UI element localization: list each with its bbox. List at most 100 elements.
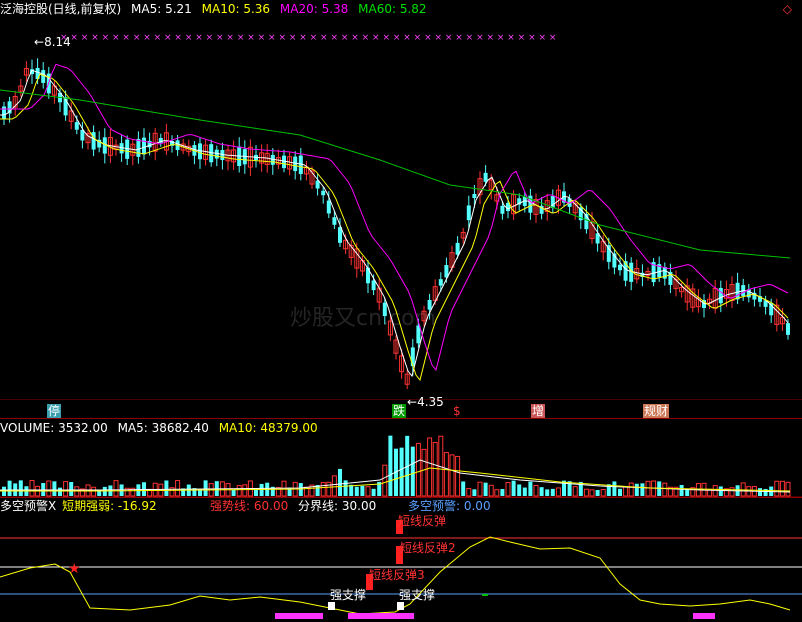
warning-bar [275, 613, 323, 619]
volume-bar [46, 480, 52, 497]
volume-bar [203, 480, 208, 496]
candle-body [618, 264, 622, 271]
volume-bar [449, 454, 455, 497]
marker-stop[interactable]: 停 [47, 404, 62, 418]
volume-bar [618, 488, 622, 496]
volume-bar [488, 484, 494, 497]
volume-bar [494, 489, 500, 497]
volume-chart[interactable] [0, 418, 802, 498]
signal-rebound-3: 短线反弹3 [369, 568, 425, 582]
ma5-line [0, 69, 789, 378]
volume-bar [399, 447, 404, 496]
volume-bar [500, 489, 505, 496]
volume-bar [236, 485, 242, 497]
signal-bar-support-1 [328, 602, 335, 610]
volume-bar [555, 487, 561, 497]
volume-bar [679, 484, 684, 496]
volume-bar [326, 481, 332, 497]
candle-body [500, 205, 505, 214]
indicator-header-3: 多空预警: 0.00 [408, 499, 497, 513]
volume-bar [231, 489, 236, 496]
candle-body [91, 132, 96, 150]
volume-bar [533, 485, 539, 497]
volume-bar [432, 441, 438, 497]
volume-bar [729, 487, 735, 497]
volume-bar [354, 486, 359, 496]
marker-dollar[interactable]: $ [452, 404, 462, 418]
signal-bar-support-2 [397, 602, 404, 610]
volume-bar [427, 437, 433, 497]
volume-bar [779, 480, 785, 497]
ma10-line [0, 73, 789, 382]
volume-bar [242, 484, 248, 497]
short-strength-value: 短期强弱: -16.92 [62, 499, 157, 513]
candle-body [606, 245, 611, 262]
indicator-chart[interactable]: ★ [0, 512, 802, 622]
marker-increase[interactable]: 增 [531, 404, 546, 418]
candle-body [410, 347, 415, 367]
price-chart[interactable] [0, 0, 802, 400]
ma60-line [0, 89, 791, 259]
volume-bar [410, 446, 415, 496]
volume-bar [443, 452, 449, 497]
volume-bar [382, 464, 388, 497]
volume-bar [461, 481, 466, 496]
volume-bar [600, 489, 606, 497]
volume-bar [18, 480, 23, 496]
warning-bar [693, 613, 715, 619]
volume-bar [63, 481, 69, 497]
candle-body [382, 302, 387, 317]
low-price-label: ←4.35 [407, 395, 444, 409]
indicator-header-2: 强势线: 60.00 分界线: 30.00 [210, 499, 382, 513]
volume-bar [331, 475, 337, 497]
marker-fall[interactable]: 跌 [392, 404, 407, 418]
candle-body [466, 205, 471, 221]
volume-bar [343, 480, 348, 496]
volume-bar [338, 468, 342, 496]
volume-bar [774, 480, 780, 497]
volume-bar [421, 448, 427, 497]
volume-bar [634, 483, 639, 496]
volume-bar [69, 481, 74, 496]
candle-body [142, 137, 146, 155]
candle-body [326, 200, 331, 214]
volume-bar [539, 487, 544, 496]
volume-bar [371, 488, 376, 496]
marker-finance[interactable]: 规财 [643, 404, 670, 418]
strong-line-value: 强势线: 60.00 [210, 499, 289, 513]
volume-bar [595, 489, 600, 496]
volume-bar [58, 487, 62, 496]
volume-bar [388, 435, 393, 496]
volume-bar [517, 484, 522, 496]
volume-bar [483, 482, 488, 496]
candle-body [438, 279, 443, 286]
volume-bar [583, 488, 589, 497]
volume-bar [740, 482, 746, 497]
volume-bar [785, 481, 791, 497]
volume-bar [360, 485, 365, 496]
volume-bar [91, 486, 97, 497]
volume-bar [113, 480, 119, 497]
ma20-line [0, 63, 789, 372]
candle-body [136, 138, 141, 157]
volume-bar [298, 483, 303, 496]
indicator-name[interactable]: 多空预警X [0, 499, 56, 513]
candle-body [735, 282, 740, 300]
volume-bar [505, 482, 511, 497]
volume-bar [472, 489, 477, 496]
volume-bar [589, 489, 595, 497]
candle-body [427, 299, 432, 310]
star-icon: ★ [68, 561, 81, 577]
volume-bar [662, 482, 668, 497]
candle-body [321, 190, 326, 196]
volume-bar [349, 484, 354, 496]
volume-bar [511, 480, 516, 496]
volume-bar [259, 483, 264, 496]
candle-body [786, 323, 790, 335]
signal-rebound-1: 短线反弹 [398, 514, 447, 528]
panel-divider-2 [0, 497, 802, 498]
volume-bar [365, 486, 371, 497]
volume-bar [164, 480, 169, 496]
candle-body [74, 122, 79, 130]
high-price-label: ←8.14 [34, 35, 71, 49]
